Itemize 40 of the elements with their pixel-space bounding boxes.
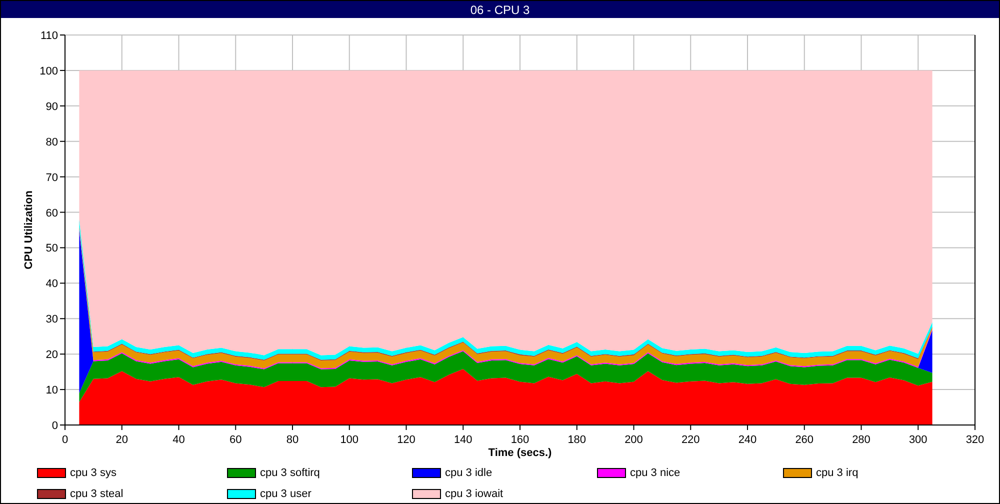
axis-tick-label: 0	[52, 420, 58, 432]
axis-tick-label: 320	[966, 434, 984, 446]
axis-tick-label: 20	[116, 434, 128, 446]
axis-tick-label: 300	[908, 434, 928, 446]
axis-tick-label: 0	[62, 434, 68, 446]
legend-label: cpu 3 nice	[630, 467, 680, 479]
window-title: 06 - CPU 3	[470, 2, 530, 16]
axis-tick-label: 280	[852, 434, 870, 446]
axis-tick-label: 100	[340, 434, 359, 446]
axis-tick-label: 140	[454, 434, 472, 446]
axis-tick-label: 240	[738, 434, 757, 446]
axis-tick-label: 100	[40, 65, 58, 78]
axis-tick-label: 260	[795, 434, 814, 446]
axis-tick-label: 200	[624, 434, 643, 446]
legend-label: cpu 3 iowait	[445, 488, 504, 500]
axis-tick-label: 180	[568, 434, 586, 446]
axis-tick-label: 20	[46, 349, 58, 362]
axis-tick-label: 60	[46, 207, 58, 220]
axis-tick-label: 40	[172, 434, 185, 446]
legend-label: cpu 3 softirq	[260, 467, 320, 479]
axis-tick-label: 30	[46, 314, 58, 326]
axis-tick-label: 120	[397, 434, 416, 446]
axis-tick-label: 80	[46, 136, 58, 148]
axis-tick-label: 90	[46, 100, 58, 113]
legend-label: cpu 3 sys	[70, 467, 116, 479]
axis-tick-label: 160	[510, 434, 530, 446]
legend-label: cpu 3 user	[260, 488, 312, 500]
legend-label: cpu 3 steal	[70, 488, 124, 500]
legend-label: cpu 3 irq	[816, 467, 858, 479]
axis-tick-label: 10	[46, 384, 58, 397]
axis-tick-label: 60	[230, 434, 242, 446]
axis-tick-label: 50	[46, 242, 58, 255]
axis-title: Time (secs.)	[488, 447, 552, 459]
axis-tick-label: 80	[286, 434, 299, 446]
axis-title: CPU Utilization	[23, 190, 35, 270]
axis-tick-label: 40	[46, 278, 58, 290]
axis-tick-label: 110	[40, 30, 58, 42]
axis-tick-label: 70	[46, 172, 58, 184]
legend-label: cpu 3 idle	[445, 467, 492, 479]
axis-tick-label: 220	[681, 434, 700, 446]
